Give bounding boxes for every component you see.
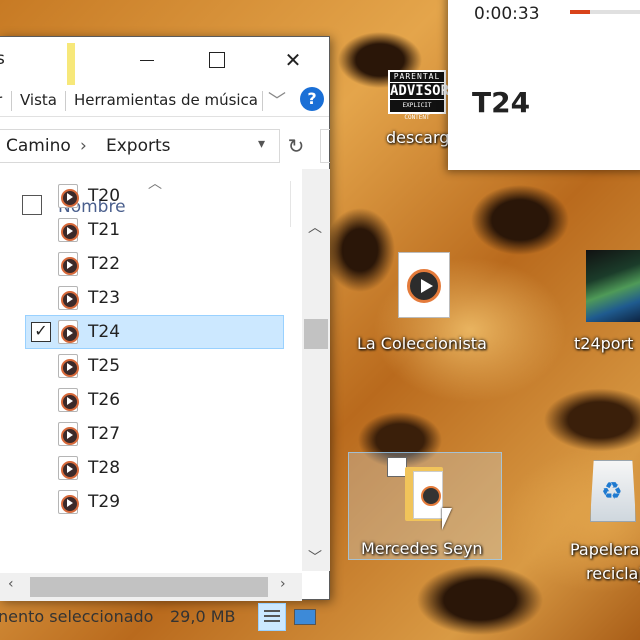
- file-row[interactable]: T25: [0, 349, 300, 383]
- desktop-icon-label[interactable]: descarg: [386, 128, 449, 147]
- file-row[interactable]: T28: [0, 451, 300, 485]
- desktop-icon-label[interactable]: t24port: [574, 334, 633, 353]
- audio-file-icon: [58, 252, 79, 276]
- parental-advisory-icon[interactable]: PARENTAL ADVISORY EXPLICIT CONTENT: [388, 70, 457, 121]
- tab-music-tools[interactable]: Herramientas de música: [74, 91, 258, 109]
- file-row[interactable]: ✓ T24: [0, 315, 300, 349]
- ribbon-divider: [262, 91, 263, 111]
- large-icons-view-icon[interactable]: [290, 603, 318, 631]
- close-button[interactable]: ✕: [270, 37, 316, 83]
- audio-file-icon: [58, 388, 79, 412]
- maximize-button[interactable]: [194, 37, 240, 83]
- media-player-panel: 0:00:33 T24: [448, 0, 640, 170]
- quick-access-folder-icon: [67, 43, 75, 85]
- file-row[interactable]: T20: [0, 179, 300, 213]
- scroll-right-icon[interactable]: ›: [280, 576, 286, 592]
- file-name: T28: [88, 458, 121, 478]
- file-name: T23: [88, 288, 121, 308]
- file-row[interactable]: T21: [0, 213, 300, 247]
- desktop-icon-label[interactable]: reciclaj: [586, 564, 640, 583]
- audio-file-icon: [58, 218, 79, 242]
- mouse-cursor-icon: [442, 508, 452, 530]
- scroll-left-icon[interactable]: ‹: [8, 576, 14, 592]
- file-row[interactable]: T26: [0, 383, 300, 417]
- file-row[interactable]: T23: [0, 281, 300, 315]
- expand-ribbon-chevron-icon[interactable]: ﹀: [268, 87, 286, 113]
- title-bar[interactable]: s ✕: [0, 37, 329, 85]
- file-row[interactable]: T22: [0, 247, 300, 281]
- chevron-down-icon[interactable]: ▾: [258, 136, 265, 152]
- selection-size: 29,0 MB: [170, 607, 236, 626]
- desktop-icon-label: Mercedes Seyn: [361, 539, 483, 558]
- desktop-icon-label[interactable]: La Coleccionista: [357, 334, 487, 353]
- tab-view[interactable]: Vista: [20, 91, 57, 109]
- search-box[interactable]: [320, 129, 330, 163]
- audio-file-icon: [58, 354, 79, 378]
- image-thumbnail-icon[interactable]: [586, 250, 640, 322]
- address-bar[interactable]: Camino › Exports ▾: [0, 129, 280, 163]
- file-name: T21: [88, 220, 121, 240]
- file-row[interactable]: T29: [0, 485, 300, 519]
- recycle-bin-icon[interactable]: [590, 460, 636, 522]
- track-title: T24: [472, 86, 531, 119]
- file-name: T25: [88, 356, 121, 376]
- audio-file-icon[interactable]: [398, 252, 450, 318]
- file-row[interactable]: T27: [0, 417, 300, 451]
- breadcrumb-exports[interactable]: Exports: [106, 136, 171, 156]
- ribbon-divider: [11, 91, 12, 111]
- audio-file-icon: [58, 184, 79, 208]
- desktop-icon-selected[interactable]: Mercedes Seyn: [348, 452, 502, 560]
- details-view-icon[interactable]: [258, 603, 286, 631]
- selection-status: nento seleccionado: [0, 607, 154, 626]
- scroll-down-icon[interactable]: ﹀: [308, 547, 322, 567]
- refresh-icon[interactable]: ↻: [282, 131, 310, 161]
- file-explorer-window: s ✕ r Vista Herramientas de música ﹀ ? C…: [0, 36, 330, 631]
- window-title: s: [0, 49, 5, 69]
- audio-file-icon: [58, 490, 79, 514]
- tab-share[interactable]: r: [0, 91, 2, 109]
- elapsed-time: 0:00:33: [474, 4, 540, 24]
- minimize-button[interactable]: [124, 37, 170, 83]
- file-name: T29: [88, 492, 121, 512]
- audio-file-icon: [58, 456, 79, 480]
- ribbon-tabs: r Vista Herramientas de música ﹀ ?: [0, 83, 329, 117]
- breadcrumb-camino[interactable]: Camino: [6, 136, 71, 156]
- desktop-icon-label[interactable]: Papelera: [570, 540, 639, 559]
- breadcrumb-separator-icon: ›: [80, 136, 87, 156]
- seek-fill: [570, 10, 590, 14]
- horizontal-scrollbar[interactable]: ‹ ›: [0, 573, 302, 601]
- scroll-thumb[interactable]: [304, 319, 328, 349]
- file-name: T27: [88, 424, 121, 444]
- ribbon-divider: [65, 91, 66, 111]
- play-icon: [407, 269, 441, 303]
- help-button[interactable]: ?: [300, 87, 324, 111]
- audio-file-icon: [58, 286, 79, 310]
- scroll-up-icon[interactable]: ︿: [308, 217, 322, 237]
- scroll-thumb[interactable]: [30, 577, 268, 597]
- audio-file-icon: [58, 422, 79, 446]
- file-name: T26: [88, 390, 121, 410]
- audio-file-icon: [58, 320, 79, 344]
- file-name: T24: [88, 322, 121, 342]
- file-name: T22: [88, 254, 121, 274]
- vertical-scrollbar[interactable]: ︿ ﹀: [302, 169, 330, 571]
- file-name: T20: [88, 186, 121, 206]
- status-bar: nento seleccionado 29,0 MB: [0, 603, 330, 635]
- file-list: ︿ Nombre T20 T21 T22 T23 ✓ T24 T25 T26 T27 T28 T29: [0, 169, 300, 539]
- seek-bar[interactable]: [570, 10, 640, 14]
- row-checkbox[interactable]: ✓: [31, 322, 51, 342]
